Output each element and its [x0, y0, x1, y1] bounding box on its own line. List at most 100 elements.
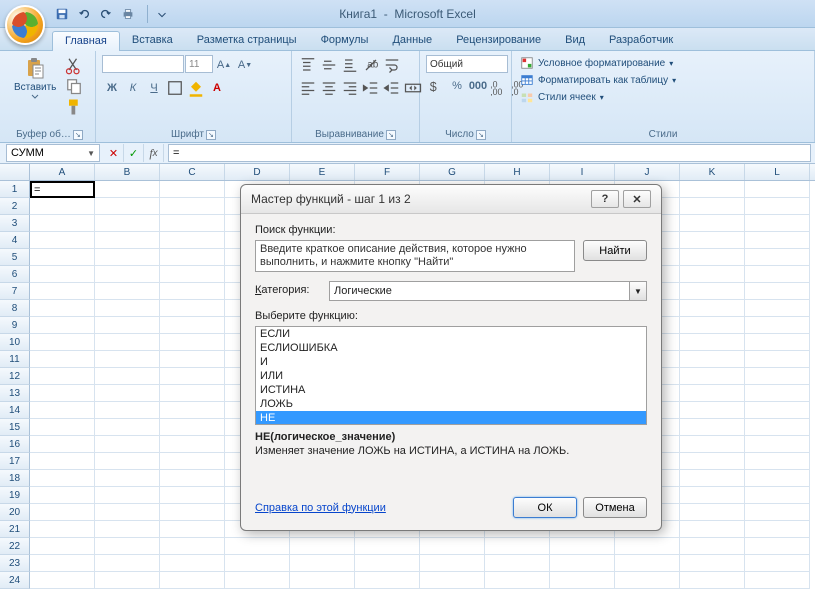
- cell[interactable]: [745, 181, 810, 198]
- paste-button[interactable]: Вставить: [10, 55, 60, 101]
- cell[interactable]: [680, 317, 745, 334]
- cut-icon[interactable]: [64, 55, 84, 75]
- font-launcher[interactable]: ↘: [206, 130, 216, 140]
- dialog-titlebar[interactable]: Мастер функций - шаг 1 из 2 ? ✕: [241, 185, 661, 214]
- align-right-icon[interactable]: [340, 78, 360, 98]
- cell[interactable]: [680, 385, 745, 402]
- cell[interactable]: [160, 232, 225, 249]
- cell[interactable]: [745, 572, 810, 589]
- cell[interactable]: [160, 555, 225, 572]
- cell[interactable]: [30, 385, 95, 402]
- shrink-font-icon[interactable]: A▼: [235, 55, 255, 75]
- cell[interactable]: [680, 351, 745, 368]
- undo-icon[interactable]: [74, 4, 94, 24]
- cell[interactable]: [550, 572, 615, 589]
- cancel-button[interactable]: Отмена: [583, 497, 647, 518]
- cell-styles-button[interactable]: Стили ячеек ▾: [518, 89, 606, 105]
- cell[interactable]: [30, 402, 95, 419]
- font-name-combo[interactable]: [102, 55, 184, 73]
- cell[interactable]: [95, 300, 160, 317]
- row-header[interactable]: 15: [0, 419, 30, 436]
- cell[interactable]: [95, 198, 160, 215]
- cell[interactable]: [95, 249, 160, 266]
- column-header[interactable]: F: [355, 164, 420, 180]
- cell[interactable]: [745, 232, 810, 249]
- cell[interactable]: [95, 232, 160, 249]
- cell[interactable]: [30, 266, 95, 283]
- select-all-corner[interactable]: [0, 164, 30, 180]
- tab-данные[interactable]: Данные: [380, 31, 444, 50]
- cell[interactable]: [95, 317, 160, 334]
- column-header[interactable]: D: [225, 164, 290, 180]
- row-header[interactable]: 2: [0, 198, 30, 215]
- row-header[interactable]: 24: [0, 572, 30, 589]
- cell[interactable]: [225, 538, 290, 555]
- cell[interactable]: [615, 538, 680, 555]
- cell[interactable]: [95, 555, 160, 572]
- function-list[interactable]: ЕСЛИЕСЛИОШИБКАИИЛИИСТИНАЛОЖЬНЕ: [255, 326, 647, 425]
- cell[interactable]: [745, 538, 810, 555]
- row-header[interactable]: 7: [0, 283, 30, 300]
- row-header[interactable]: 5: [0, 249, 30, 266]
- help-link[interactable]: Справка по этой функции: [255, 502, 386, 514]
- number-launcher[interactable]: ↘: [476, 130, 486, 140]
- cell[interactable]: [95, 334, 160, 351]
- cell[interactable]: [160, 300, 225, 317]
- cell[interactable]: [745, 198, 810, 215]
- qat-customize-icon[interactable]: [152, 4, 172, 24]
- cell[interactable]: [745, 504, 810, 521]
- row-header[interactable]: 8: [0, 300, 30, 317]
- number-format-combo[interactable]: Общий: [426, 55, 508, 73]
- column-header[interactable]: C: [160, 164, 225, 180]
- bold-icon[interactable]: Ж: [102, 78, 122, 98]
- format-as-table-button[interactable]: Форматировать как таблицу ▾: [518, 72, 678, 88]
- row-header[interactable]: 11: [0, 351, 30, 368]
- cell[interactable]: [680, 266, 745, 283]
- cell[interactable]: [745, 334, 810, 351]
- cell[interactable]: [95, 215, 160, 232]
- cell[interactable]: [160, 538, 225, 555]
- cell[interactable]: [680, 436, 745, 453]
- cell[interactable]: [160, 385, 225, 402]
- cell[interactable]: [680, 283, 745, 300]
- search-input[interactable]: Введите краткое описание действия, котор…: [255, 240, 575, 272]
- cell[interactable]: [485, 572, 550, 589]
- cell[interactable]: [290, 555, 355, 572]
- function-list-item[interactable]: ЕСЛИОШИБКА: [256, 341, 646, 355]
- cell[interactable]: [680, 453, 745, 470]
- row-header[interactable]: 14: [0, 402, 30, 419]
- cell[interactable]: [485, 555, 550, 572]
- align-center-icon[interactable]: [319, 78, 339, 98]
- cell[interactable]: [745, 555, 810, 572]
- row-header[interactable]: 21: [0, 521, 30, 538]
- row-header[interactable]: 4: [0, 232, 30, 249]
- row-header[interactable]: 13: [0, 385, 30, 402]
- cell[interactable]: [160, 504, 225, 521]
- name-box[interactable]: СУММ▼: [6, 144, 100, 162]
- row-header[interactable]: 23: [0, 555, 30, 572]
- cell[interactable]: [95, 419, 160, 436]
- cell[interactable]: [745, 402, 810, 419]
- row-header[interactable]: 3: [0, 215, 30, 232]
- cell[interactable]: [160, 215, 225, 232]
- align-middle-icon[interactable]: [319, 55, 339, 75]
- cell[interactable]: [95, 572, 160, 589]
- cell[interactable]: [615, 572, 680, 589]
- cell[interactable]: [420, 572, 485, 589]
- cell[interactable]: [30, 504, 95, 521]
- column-header[interactable]: E: [290, 164, 355, 180]
- cell[interactable]: [30, 555, 95, 572]
- cell[interactable]: [30, 198, 95, 215]
- column-header[interactable]: A: [30, 164, 95, 180]
- cell[interactable]: [160, 351, 225, 368]
- cell[interactable]: [745, 215, 810, 232]
- cell[interactable]: [745, 351, 810, 368]
- cell[interactable]: [745, 436, 810, 453]
- cell[interactable]: [160, 419, 225, 436]
- cell[interactable]: [95, 487, 160, 504]
- cell[interactable]: [680, 402, 745, 419]
- cell[interactable]: [680, 232, 745, 249]
- find-button[interactable]: Найти: [583, 240, 647, 261]
- increase-decimal-icon[interactable]: ,0,00: [489, 76, 509, 96]
- function-list-item[interactable]: ЕСЛИ: [256, 327, 646, 341]
